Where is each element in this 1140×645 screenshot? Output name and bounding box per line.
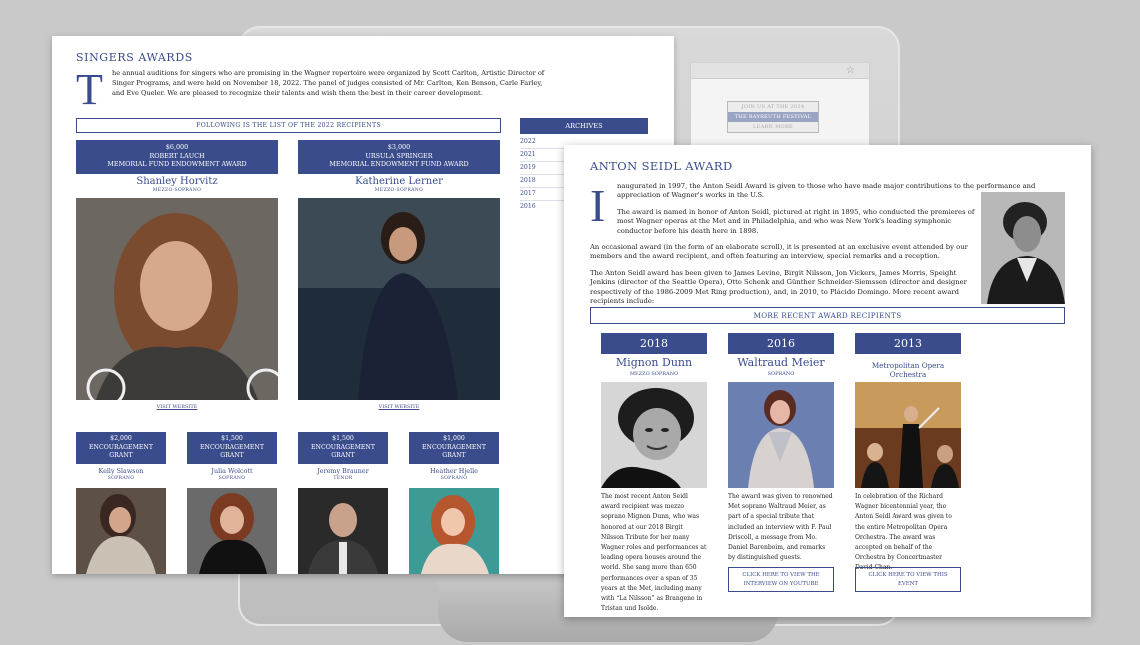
award-title: MEMORIAL FUND ENDOWMENT AWARD bbox=[107, 160, 247, 169]
grant-recipient-voice: SOPRANO bbox=[440, 476, 468, 481]
recipient-name: Metropolitan Opera Orchestra bbox=[871, 361, 945, 379]
archives-heading: ARCHIVES bbox=[520, 118, 648, 134]
recipient-name: Waltraud Meier bbox=[737, 356, 825, 369]
intro-paragraph-4: The Anton Seidl award has been given to … bbox=[590, 269, 967, 305]
grant-recipient-voice: TENOR bbox=[333, 476, 353, 481]
recipient-photo bbox=[298, 198, 500, 400]
portrait-image bbox=[409, 488, 499, 574]
recent-recipients-heading: MORE RECENT AWARD RECIPIENTS bbox=[590, 307, 1065, 324]
grant-amount: $2,000 bbox=[110, 435, 132, 442]
grant-recipient-photo bbox=[76, 488, 166, 574]
visit-website-link[interactable]: VISIT WEBSITE bbox=[76, 404, 278, 410]
award-donor: URSULA SPRINGER bbox=[365, 151, 433, 160]
recipient-description: In celebration of the Richard Wagner bic… bbox=[855, 493, 952, 572]
grant-line1: ENCOURAGEMENT bbox=[200, 443, 264, 451]
award-amount: $6,000 bbox=[165, 143, 189, 151]
grant-line1: ENCOURAGEMENT bbox=[311, 443, 375, 451]
award-year: 2016 bbox=[728, 333, 834, 354]
intro-paragraph-3: An occasional award (in the form of an e… bbox=[590, 243, 968, 261]
grant-line2: GRANT bbox=[220, 452, 244, 460]
portrait-image bbox=[601, 382, 707, 488]
anton-seidl-award-page: ANTON SEIDL AWARD I naugurated in 1997, … bbox=[564, 145, 1091, 617]
portrait-image bbox=[298, 198, 500, 400]
monitor-screen: ☆ JOIN US AT THE 2024 THE BAYREUTH FESTI… bbox=[690, 62, 870, 146]
page-title: ANTON SEIDL AWARD bbox=[590, 159, 733, 173]
recipient-photo bbox=[601, 382, 707, 488]
recipient-description: The most recent Anton Seidl award recipi… bbox=[601, 493, 707, 613]
grant-header: $1,500 ENCOURAGEMENT GRANT bbox=[298, 432, 388, 464]
recipient-photo bbox=[855, 382, 961, 488]
drop-cap: I bbox=[590, 180, 606, 231]
recipients-list-heading: FOLLOWING IS THE LIST OF THE 2022 RECIPI… bbox=[76, 118, 501, 133]
award-year: 2018 bbox=[601, 333, 707, 354]
recipient-voice: MEZZO-SOPRANO bbox=[152, 188, 202, 193]
grant-amount: $1,500 bbox=[221, 435, 243, 442]
intro-paragraph-2: The award is named in honor of Anton Sei… bbox=[617, 208, 975, 235]
grant-line2: GRANT bbox=[331, 452, 355, 460]
view-interview-button[interactable]: CLICK HERE TO VIEW THE INTERVIEW ON YOUT… bbox=[728, 567, 834, 592]
grant-recipient-photo bbox=[298, 488, 388, 574]
award-amount: $3,000 bbox=[387, 143, 411, 151]
recipient-voice: SOPRANO bbox=[767, 371, 795, 377]
recipient-voice: MEZZO-SOPRANO bbox=[374, 188, 424, 193]
grant-line1: ENCOURAGEMENT bbox=[422, 443, 486, 451]
portrait-image bbox=[187, 488, 277, 574]
bookmark-star-icon[interactable]: ☆ bbox=[846, 65, 855, 76]
grant-recipient-voice: SOPRANO bbox=[107, 476, 135, 481]
grant-recipient-photo bbox=[409, 488, 499, 574]
recipient-name: Shanley Horvitz bbox=[136, 176, 218, 187]
award-donor: ROBERT LAUCH bbox=[149, 151, 205, 160]
grant-recipient-name: Jeremy Brauner bbox=[317, 467, 369, 475]
page-title: SINGERS AWARDS bbox=[76, 51, 193, 64]
recipient-name: Katherine Lerner bbox=[355, 176, 443, 187]
award-header: $3,000 URSULA SPRINGER MEMORIAL ENDOWMEN… bbox=[298, 140, 500, 174]
recipient-photo bbox=[76, 198, 278, 400]
portrait-image bbox=[981, 192, 1065, 304]
promo-learn-more[interactable]: LEARN MORE bbox=[728, 122, 818, 132]
portrait-image bbox=[298, 488, 388, 574]
grant-header: $1,000 ENCOURAGEMENT GRANT bbox=[409, 432, 499, 464]
grant-recipient-voice: SOPRANO bbox=[218, 476, 246, 481]
award-header: $6,000 ROBERT LAUCH MEMORIAL FUND ENDOWM… bbox=[76, 140, 278, 174]
recipient-description: The award was given to renowned Met sopr… bbox=[728, 493, 833, 562]
recipient-voice: MEZZO SOPRANO bbox=[629, 371, 679, 377]
promo-mid-text: THE BAYREUTH FESTIVAL bbox=[728, 112, 818, 122]
portrait-image bbox=[76, 488, 166, 574]
grant-recipient-name: Heather Hjelle bbox=[430, 467, 478, 475]
recipient-photo bbox=[728, 382, 834, 488]
anton-seidl-portrait bbox=[981, 192, 1065, 304]
grant-recipient-name: Julia Wolcott bbox=[211, 467, 253, 475]
promo-banner[interactable]: JOIN US AT THE 2024 THE BAYREUTH FESTIVA… bbox=[727, 101, 819, 133]
event-image bbox=[855, 382, 961, 488]
grant-recipient-name: Kelly Slawson bbox=[98, 467, 144, 475]
portrait-image bbox=[728, 382, 834, 488]
award-year: 2013 bbox=[855, 333, 961, 354]
portrait-image bbox=[76, 198, 278, 400]
drop-cap: T bbox=[76, 65, 103, 114]
intro-paragraph: he annual auditions for singers who are … bbox=[112, 69, 545, 97]
grant-line1: ENCOURAGEMENT bbox=[89, 443, 153, 451]
grant-header: $1,500 ENCOURAGEMENT GRANT bbox=[187, 432, 277, 464]
grant-amount: $1,500 bbox=[332, 435, 354, 442]
grant-recipient-photo bbox=[187, 488, 277, 574]
grant-line2: GRANT bbox=[109, 452, 133, 460]
recipient-name: Mignon Dunn bbox=[615, 356, 693, 369]
award-title: MEMORIAL ENDOWMENT FUND AWARD bbox=[329, 160, 469, 169]
grant-line2: GRANT bbox=[442, 452, 466, 460]
visit-website-link[interactable]: VISIT WEBSITE bbox=[298, 404, 500, 410]
promo-top-text: JOIN US AT THE 2024 bbox=[741, 104, 805, 110]
grant-header: $2,000 ENCOURAGEMENT GRANT bbox=[76, 432, 166, 464]
browser-url-bar[interactable]: ☆ bbox=[691, 63, 869, 79]
view-event-button[interactable]: CLICK HERE TO VIEW THIS EVENT bbox=[855, 567, 961, 592]
grant-amount: $1,000 bbox=[443, 435, 465, 442]
